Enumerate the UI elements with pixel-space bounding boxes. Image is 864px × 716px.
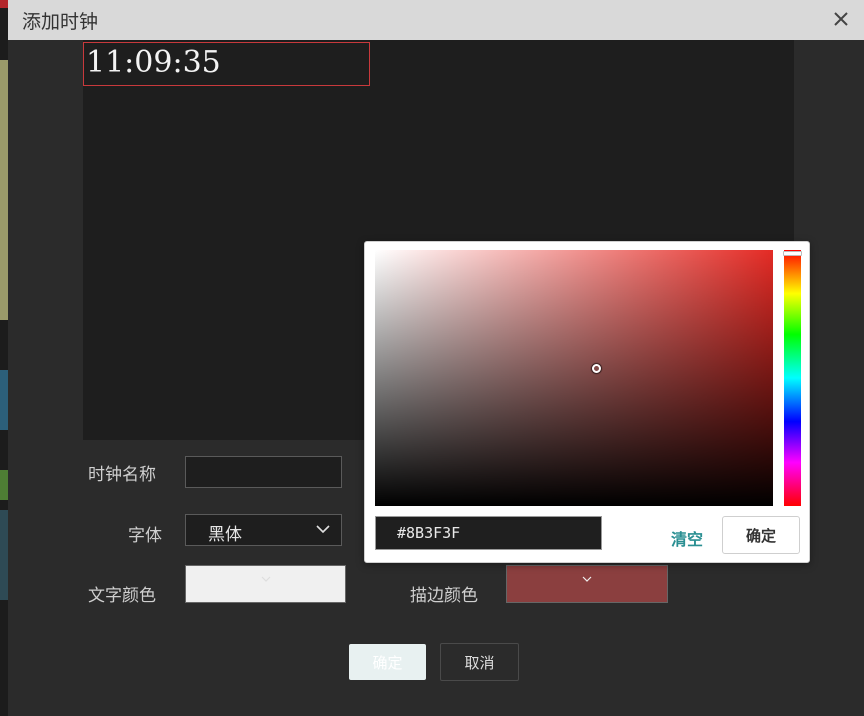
text-color-label: 文字颜色 bbox=[88, 586, 156, 606]
chevron-down-icon bbox=[261, 576, 270, 582]
hue-slider[interactable] bbox=[783, 250, 802, 506]
confirm-button[interactable]: 确定 bbox=[349, 644, 426, 680]
picker-confirm-button[interactable]: 确定 bbox=[722, 516, 800, 554]
clock-text: 11:09:35 bbox=[86, 45, 221, 80]
stroke-color-swatch[interactable] bbox=[506, 565, 668, 603]
font-select-value: 黑体 bbox=[208, 525, 242, 545]
chevron-down-icon bbox=[582, 576, 592, 582]
font-select[interactable]: 黑体 bbox=[185, 514, 342, 546]
font-label: 字体 bbox=[128, 526, 162, 546]
color-picker-popover: #8B3F3F 清空 确定 bbox=[364, 241, 810, 563]
chevron-down-icon bbox=[316, 525, 330, 534]
clock-name-input[interactable] bbox=[185, 456, 342, 488]
color-cursor[interactable] bbox=[592, 364, 601, 373]
background-strip bbox=[0, 510, 8, 600]
background-strip bbox=[0, 370, 8, 430]
background-strip bbox=[0, 60, 8, 320]
text-color-swatch[interactable] bbox=[185, 565, 346, 603]
clock-name-label: 时钟名称 bbox=[88, 465, 156, 485]
stroke-color-label: 描边颜色 bbox=[410, 586, 478, 606]
background-strip bbox=[0, 470, 8, 500]
clear-color-button[interactable]: 清空 bbox=[671, 526, 703, 550]
close-icon bbox=[834, 12, 848, 26]
dialog-title: 添加时钟 bbox=[22, 11, 99, 33]
saturation-value-panel[interactable] bbox=[375, 250, 773, 506]
hex-color-input[interactable]: #8B3F3F bbox=[375, 516, 602, 550]
cancel-button[interactable]: 取消 bbox=[440, 643, 519, 681]
close-button[interactable] bbox=[828, 6, 854, 32]
background-strip bbox=[0, 0, 8, 8]
clock-element[interactable]: 11:09:35 bbox=[83, 42, 370, 86]
dialog-titlebar: 添加时钟 bbox=[8, 0, 864, 40]
hue-slider-thumb[interactable] bbox=[783, 251, 802, 256]
